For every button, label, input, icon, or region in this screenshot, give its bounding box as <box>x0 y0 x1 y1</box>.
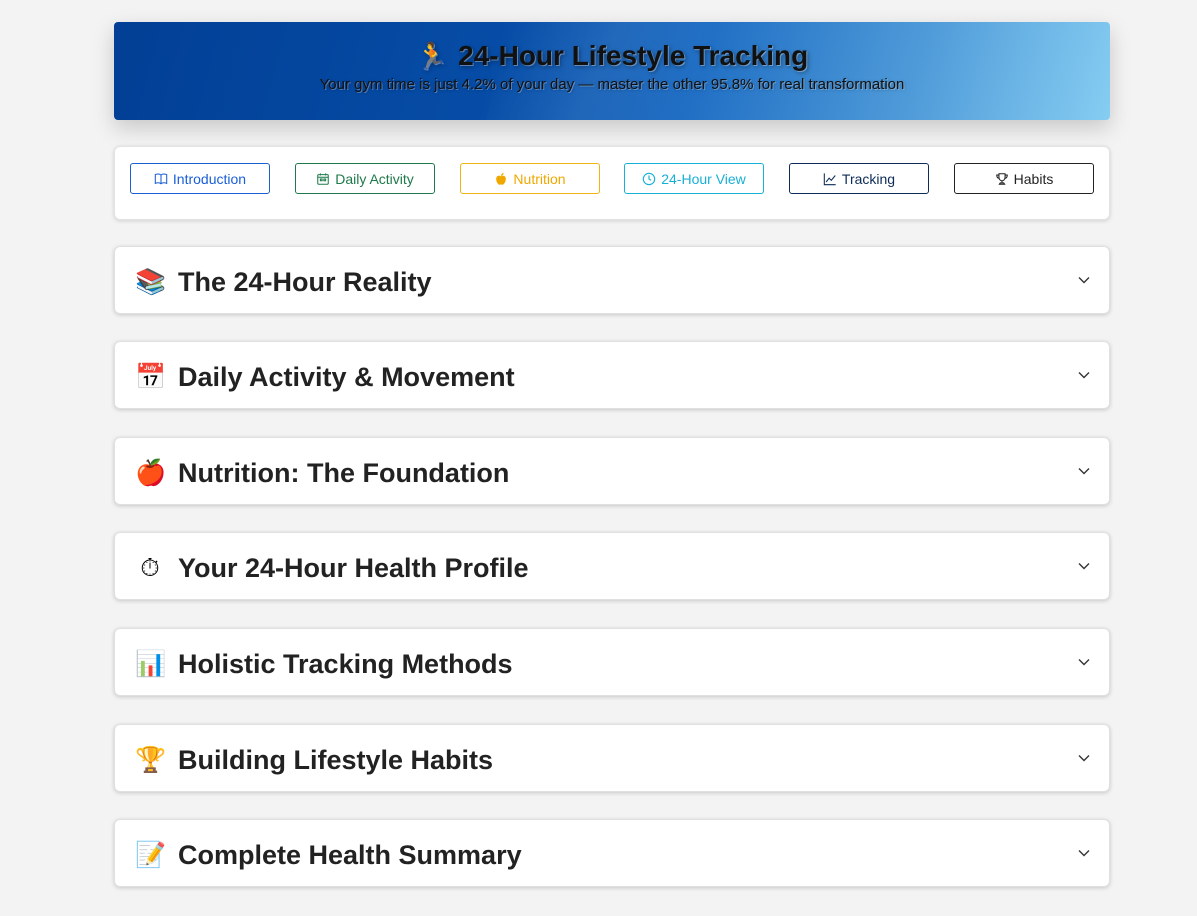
nav-button-daily-activity[interactable]: Daily Activity <box>295 163 435 194</box>
section-title: Nutrition: The Foundation <box>178 458 510 488</box>
memo-icon: 📝 <box>135 841 167 869</box>
nav-button-habits[interactable]: Habits <box>954 163 1094 194</box>
calendar-icon: 📅 <box>135 363 167 391</box>
section-title: Building Lifestyle Habits <box>178 745 494 775</box>
nav-button-introduction[interactable]: Introduction <box>130 163 270 194</box>
trophy-icon <box>995 172 1008 185</box>
hero-banner: 🏃 24-Hour Lifestyle Tracking Your gym tim… <box>114 22 1110 120</box>
books-icon: 📚 <box>135 268 167 296</box>
chevron-down-icon <box>1078 277 1090 284</box>
section-title: Holistic Tracking Methods <box>178 649 513 679</box>
trophy-icon: 🏆 <box>135 746 167 774</box>
nav-button-label: Introduction <box>172 170 247 187</box>
accordion-section-health-summary[interactable]: 📝 Complete Health Summary <box>114 819 1110 887</box>
chart-line-icon <box>823 172 836 185</box>
accordion-section-lifestyle-habits[interactable]: 🏆 Building Lifestyle Habits <box>114 724 1110 792</box>
accordion-section-nutrition[interactable]: 🍎 Nutrition: The Foundation <box>114 437 1110 505</box>
running-person-icon: 🏃 <box>415 41 449 71</box>
apple-icon <box>496 172 507 185</box>
accordion-section-24-hour-reality[interactable]: 📚 The 24-Hour Reality <box>114 246 1110 314</box>
section-title: The 24-Hour Reality <box>178 267 432 297</box>
nav-button-24-hour-view[interactable]: 24-Hour View <box>624 163 764 194</box>
section-title: Your 24-Hour Health Profile <box>178 553 529 583</box>
book-icon <box>154 172 168 185</box>
section-nav: Introduction Daily Activity Nutrition 24… <box>114 146 1110 220</box>
stopwatch-icon: ⏱ <box>140 554 160 582</box>
nav-button-label: Habits <box>1013 170 1054 187</box>
section-title: Complete Health Summary <box>178 840 522 870</box>
chevron-down-icon <box>1078 468 1090 475</box>
accordion-section-daily-activity[interactable]: 📅 Daily Activity & Movement <box>114 341 1110 409</box>
nav-button-label: Tracking <box>841 170 896 187</box>
bar-chart-icon: 📊 <box>135 650 167 678</box>
apple-icon: 🍎 <box>135 459 167 487</box>
chevron-down-icon <box>1078 755 1090 762</box>
section-title: Daily Activity & Movement <box>178 362 515 392</box>
nav-button-label: 24-Hour View <box>661 170 746 187</box>
chevron-down-icon <box>1078 850 1090 857</box>
chevron-down-icon <box>1078 659 1090 666</box>
nav-button-nutrition[interactable]: Nutrition <box>460 163 600 194</box>
nav-button-tracking[interactable]: Tracking <box>789 163 929 194</box>
accordion-section-health-profile[interactable]: ⏱ Your 24-Hour Health Profile <box>114 532 1110 600</box>
page-container: 🏃 24-Hour Lifestyle Tracking Your gym tim… <box>114 22 1110 220</box>
calendar-icon <box>317 172 329 185</box>
accordion-section-tracking-methods[interactable]: 📊 Holistic Tracking Methods <box>114 628 1110 696</box>
chevron-down-icon <box>1078 563 1090 570</box>
page-title-text: 24-Hour Lifestyle Tracking <box>458 40 809 71</box>
clock-icon <box>642 172 656 185</box>
page-title: 🏃 24-Hour Lifestyle Tracking <box>114 22 1110 73</box>
chevron-down-icon <box>1078 372 1090 379</box>
nav-button-label: Nutrition <box>513 170 566 187</box>
nav-button-label: Daily Activity <box>335 170 414 187</box>
page-subtitle: Your gym time is just 4.2% of your day —… <box>319 76 905 93</box>
